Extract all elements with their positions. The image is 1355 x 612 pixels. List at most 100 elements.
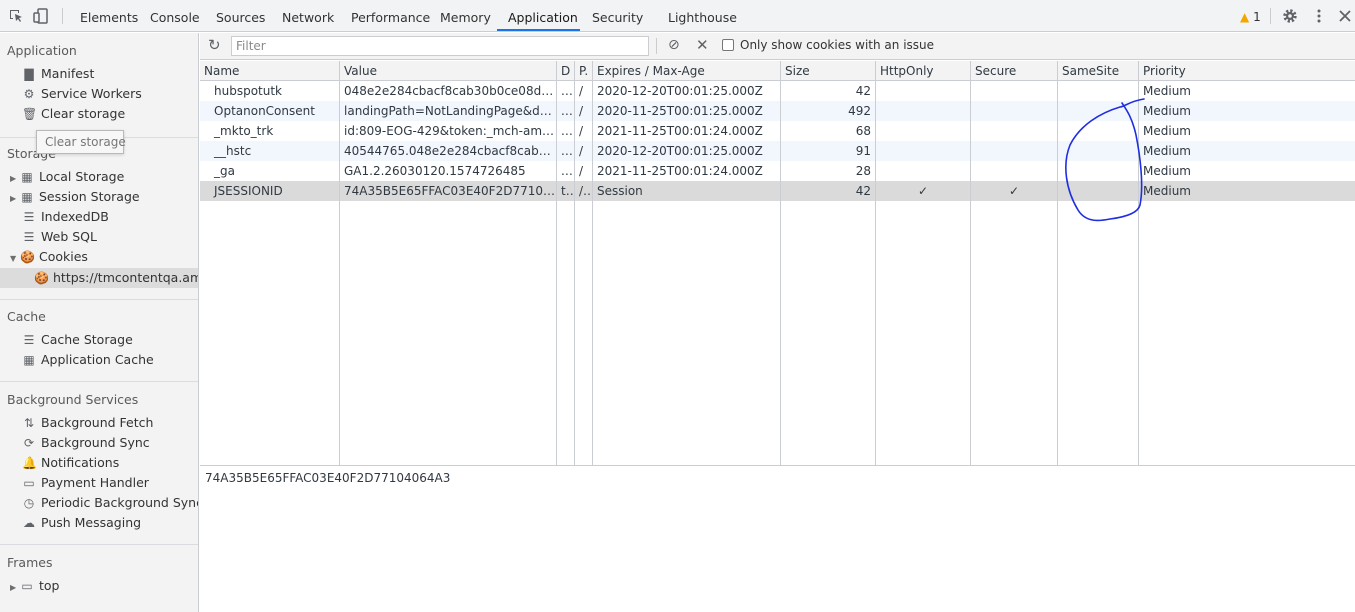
table-row[interactable]: OptanonConsent landingPath=NotLandingPage… xyxy=(200,101,1355,121)
tab-application[interactable]: Application xyxy=(508,0,578,32)
refresh-icon[interactable]: ↻ xyxy=(208,36,221,54)
arrows-up-down-icon: ⇅ xyxy=(23,416,35,430)
table-header: Name Value D P. Expires / Max-Age Size H… xyxy=(200,61,1355,81)
tab-network[interactable]: Network xyxy=(282,0,334,32)
column-header-name[interactable]: Name xyxy=(200,61,339,81)
cell-expires: 2020-12-20T00:01:25.000Z xyxy=(597,144,763,158)
cell-samesite xyxy=(1058,121,1138,141)
sidebar-item-local-storage[interactable]: ▶ ▦ Local Storage xyxy=(10,167,124,187)
sidebar-item-manifest[interactable]: ▇ Manifest xyxy=(22,64,94,84)
inspect-element-icon[interactable] xyxy=(8,8,24,24)
only-issues-checkbox[interactable] xyxy=(722,39,734,51)
window-icon: ▭ xyxy=(21,579,33,593)
clear-all-icon[interactable]: ⊘ xyxy=(668,37,680,53)
kebab-menu-icon[interactable] xyxy=(1311,8,1327,24)
clock-icon: ◷ xyxy=(23,496,35,510)
delete-selected-icon[interactable]: ✕ xyxy=(696,36,709,54)
column-header-domain[interactable]: D xyxy=(557,61,574,81)
cell-samesite xyxy=(1058,141,1138,161)
sidebar-item-label: Session Storage xyxy=(39,189,140,204)
section-title-application: Application xyxy=(7,43,77,58)
cell-expires: 2020-11-25T00:01:25.000Z xyxy=(597,104,763,118)
sidebar-item-cookie-origin[interactable]: 🍪 https://tmcontentqa.amber xyxy=(34,268,198,288)
cell-domain: .... xyxy=(561,104,574,118)
cell-name: _mkto_trk xyxy=(214,124,274,138)
tab-memory[interactable]: Memory xyxy=(440,0,491,32)
sidebar-item-label: Manifest xyxy=(41,66,95,81)
sidebar-item-notifications[interactable]: 🔔 Notifications xyxy=(22,453,119,473)
column-header-size[interactable]: Size xyxy=(781,61,875,81)
column-divider[interactable] xyxy=(970,61,971,465)
expand-arrow-icon[interactable]: ▶ xyxy=(10,189,20,209)
tab-security[interactable]: Security xyxy=(592,0,643,32)
application-sidebar: Application ▇ Manifest ⚙ Service Workers 🗑… xyxy=(0,33,199,612)
sidebar-item-background-fetch[interactable]: ⇅ Background Fetch xyxy=(22,413,153,433)
tab-elements[interactable]: Elements xyxy=(80,0,138,32)
section-divider xyxy=(0,299,198,300)
sidebar-item-session-storage[interactable]: ▶ ▦ Session Storage xyxy=(10,187,140,207)
column-divider[interactable] xyxy=(1057,61,1058,465)
sidebar-item-background-sync[interactable]: ⟳ Background Sync xyxy=(22,433,150,453)
column-header-priority[interactable]: Priority xyxy=(1139,61,1355,81)
sidebar-item-payment-handler[interactable]: ▭ Payment Handler xyxy=(22,473,149,493)
cell-httponly xyxy=(876,141,970,161)
tab-lighthouse[interactable]: Lighthouse xyxy=(668,0,737,32)
cell-size: 492 xyxy=(848,104,871,118)
table-row[interactable]: _ga GA1.2.26030120.1574726485.... / 2021-11… xyxy=(200,161,1355,181)
tab-sources[interactable]: Sources xyxy=(216,0,265,32)
column-header-secure[interactable]: Secure xyxy=(971,61,1057,81)
column-divider[interactable] xyxy=(1138,61,1139,465)
column-divider[interactable] xyxy=(780,61,781,465)
sidebar-item-cache-storage[interactable]: ☰ Cache Storage xyxy=(22,330,133,350)
cell-expires: 2020-12-20T00:01:25.000Z xyxy=(597,84,763,98)
table-row[interactable]: JSESSIONID 74A35B5E65FFAC03E40F2D77104064… xyxy=(200,181,1355,201)
column-header-value[interactable]: Value xyxy=(340,61,556,81)
sidebar-item-clear-storage[interactable]: 🗑 Clear storage xyxy=(22,104,125,124)
cell-priority: Medium xyxy=(1143,184,1191,198)
gear-icon: ⚙ xyxy=(23,87,35,101)
tab-console[interactable]: Console xyxy=(150,0,200,32)
gear-icon[interactable] xyxy=(1282,8,1298,24)
sidebar-item-push-messaging[interactable]: ☁ Push Messaging xyxy=(22,513,141,533)
cell-value: id:809-EOG-429&token:_mch-amberr... xyxy=(344,124,556,138)
cell-priority: Medium xyxy=(1143,104,1191,118)
column-divider[interactable] xyxy=(339,61,340,465)
sidebar-item-web-sql[interactable]: ☰ Web SQL xyxy=(22,227,97,247)
sidebar-item-cookies[interactable]: ▼ 🍪 Cookies xyxy=(10,247,88,267)
cell-path: / xyxy=(579,144,584,158)
expand-arrow-icon[interactable]: ▶ xyxy=(10,169,20,189)
column-header-path[interactable]: P. xyxy=(575,61,592,81)
filter-input[interactable] xyxy=(231,36,649,56)
close-icon[interactable] xyxy=(1337,8,1353,24)
table-row[interactable]: _mkto_trk id:809-EOG-429&token:_mch-amber… xyxy=(200,121,1355,141)
column-divider[interactable] xyxy=(875,61,876,465)
cell-secure xyxy=(971,121,1057,141)
sidebar-item-indexeddb[interactable]: ☰ IndexedDB xyxy=(22,207,109,227)
cell-expires: 2021-11-25T00:01:24.000Z xyxy=(597,124,763,138)
sidebar-item-frame-top[interactable]: ▶ ▭ top xyxy=(10,576,59,596)
table-row[interactable]: __hstc 40544765.048e2e284cbacf8cab30b0c..… xyxy=(200,141,1355,161)
expand-arrow-icon[interactable]: ▶ xyxy=(10,578,20,598)
column-header-samesite[interactable]: SameSite xyxy=(1058,61,1138,81)
device-toolbar-icon[interactable] xyxy=(33,8,49,24)
column-divider[interactable] xyxy=(556,61,557,465)
cell-priority: Medium xyxy=(1143,84,1191,98)
column-divider[interactable] xyxy=(574,61,575,465)
warnings-counter[interactable]: ▲ 1 xyxy=(1240,10,1261,24)
sidebar-item-application-cache[interactable]: ▦ Application Cache xyxy=(22,350,153,370)
column-header-httponly[interactable]: HttpOnly xyxy=(876,61,970,81)
sidebar-item-label: Cookies xyxy=(39,249,88,264)
sidebar-item-periodic-background-sync[interactable]: ◷ Periodic Background Sync xyxy=(22,493,198,513)
sidebar-item-label: Clear storage xyxy=(41,106,126,121)
column-header-expires[interactable]: Expires / Max-Age xyxy=(593,61,780,81)
sidebar-item-label: Background Fetch xyxy=(41,415,154,430)
grid-icon: ▦ xyxy=(21,170,33,184)
tab-performance[interactable]: Performance xyxy=(351,0,430,32)
cell-secure xyxy=(971,141,1057,161)
table-row[interactable]: hubspotutk 048e2e284cbacf8cab30b0ce08d09c… xyxy=(200,81,1355,101)
cell-expires: Session xyxy=(597,184,643,198)
column-divider[interactable] xyxy=(592,61,593,465)
cell-path: / xyxy=(579,84,584,98)
collapse-arrow-icon[interactable]: ▼ xyxy=(10,249,20,269)
sidebar-item-service-workers[interactable]: ⚙ Service Workers xyxy=(22,84,142,104)
